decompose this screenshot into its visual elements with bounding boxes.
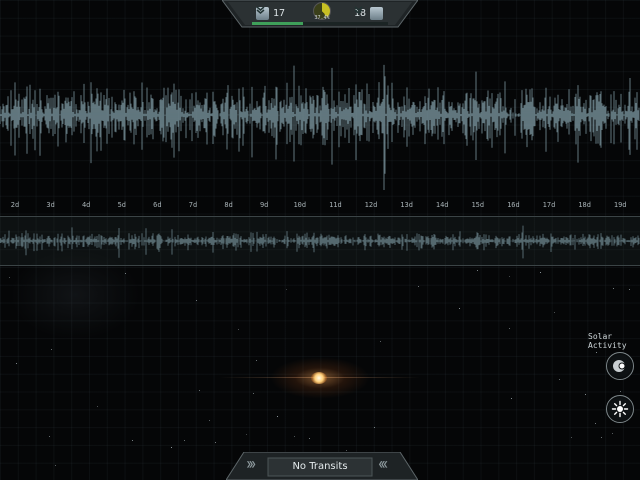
background-star	[209, 420, 210, 421]
transit-status-panel: ❯❯❯ No Transits ❮❮❮	[226, 452, 418, 480]
background-star	[346, 450, 347, 451]
background-star	[459, 308, 460, 309]
light-curve-overview-strip[interactable]	[0, 216, 640, 266]
day-tick-label: 19d	[613, 201, 627, 209]
day-tick-label: 6d	[153, 201, 162, 209]
top-hud-panel: 17 37.4% 18	[222, 0, 418, 28]
background-star	[509, 328, 510, 329]
background-star	[601, 437, 602, 438]
background-star	[571, 437, 572, 438]
background-star	[559, 379, 560, 380]
left-rank-counter: 17	[256, 5, 285, 21]
transit-status-label: No Transits	[292, 461, 348, 472]
background-star	[477, 270, 478, 271]
rank-chevron-icon	[354, 6, 384, 20]
background-star	[629, 289, 630, 290]
background-star	[49, 436, 50, 437]
day-tick-label: 17d	[542, 201, 556, 209]
background-star	[294, 436, 295, 437]
day-tick-label: 12d	[364, 201, 378, 209]
background-star	[171, 447, 172, 448]
progress-percent: 37.4%	[314, 15, 330, 21]
background-star	[277, 416, 278, 417]
background-star	[125, 273, 126, 274]
day-tick-label: 9d	[259, 201, 269, 209]
background-star	[554, 312, 555, 313]
background-star	[418, 286, 419, 287]
background-star	[380, 341, 381, 342]
day-tick-label: 4d	[81, 201, 91, 209]
previous-transit-icon[interactable]: ❯❯❯	[246, 460, 256, 470]
background-star	[97, 406, 98, 407]
background-star	[246, 434, 247, 435]
background-star	[613, 288, 614, 289]
progress-bar	[252, 22, 388, 25]
day-tick-label: 15d	[471, 201, 485, 209]
background-star	[51, 349, 52, 350]
day-tick-label: 5d	[117, 201, 127, 209]
host-star[interactable]	[311, 372, 327, 384]
background-star	[196, 300, 197, 301]
day-tick-label: 14d	[435, 201, 449, 209]
background-star	[9, 277, 10, 278]
background-star	[199, 390, 200, 391]
day-tick-label: 16d	[507, 201, 520, 209]
star-view-button[interactable]	[606, 395, 634, 423]
day-tick-label: 13d	[400, 201, 413, 209]
background-star	[612, 433, 613, 434]
day-tick-label: 18d	[578, 201, 591, 209]
right-rank-counter: 18	[354, 5, 384, 21]
background-star	[374, 427, 375, 428]
background-star	[253, 393, 254, 394]
day-tick-label: 11d	[329, 201, 342, 209]
day-tick-label: 7d	[188, 201, 198, 209]
progress-bar-fill	[252, 22, 303, 25]
background-star	[509, 276, 510, 277]
background-star	[596, 352, 597, 353]
overview-trace	[0, 225, 640, 259]
toggle-icon	[613, 360, 626, 372]
background-star	[620, 391, 621, 392]
background-star	[55, 465, 56, 466]
background-star	[132, 440, 133, 441]
background-star	[256, 360, 257, 361]
background-star	[585, 394, 586, 395]
day-tick-label: 3d	[46, 201, 55, 209]
background-star	[286, 289, 287, 290]
background-star	[16, 363, 17, 364]
left-rank-value: 17	[273, 7, 286, 19]
solar-activity-label: Solar Activity	[588, 332, 627, 350]
day-tick-label: 2d	[10, 201, 20, 209]
background-star	[511, 398, 512, 399]
day-tick-label: 8d	[224, 201, 233, 209]
background-star	[595, 423, 596, 424]
light-curve-overview	[0, 225, 640, 259]
background-star	[238, 329, 239, 330]
day-tick-label: 10d	[293, 201, 307, 209]
background-star	[215, 442, 216, 443]
sun-icon	[611, 400, 629, 418]
light-curve-trace	[0, 64, 640, 190]
solar-activity-toggle-button[interactable]	[606, 352, 634, 380]
background-star	[540, 272, 541, 273]
rank-chevron-icon	[256, 6, 269, 20]
background-star	[309, 438, 310, 439]
next-transit-icon[interactable]: ❮❮❮	[378, 460, 388, 470]
background-star	[184, 440, 185, 441]
light-curve-main[interactable]	[0, 30, 640, 190]
